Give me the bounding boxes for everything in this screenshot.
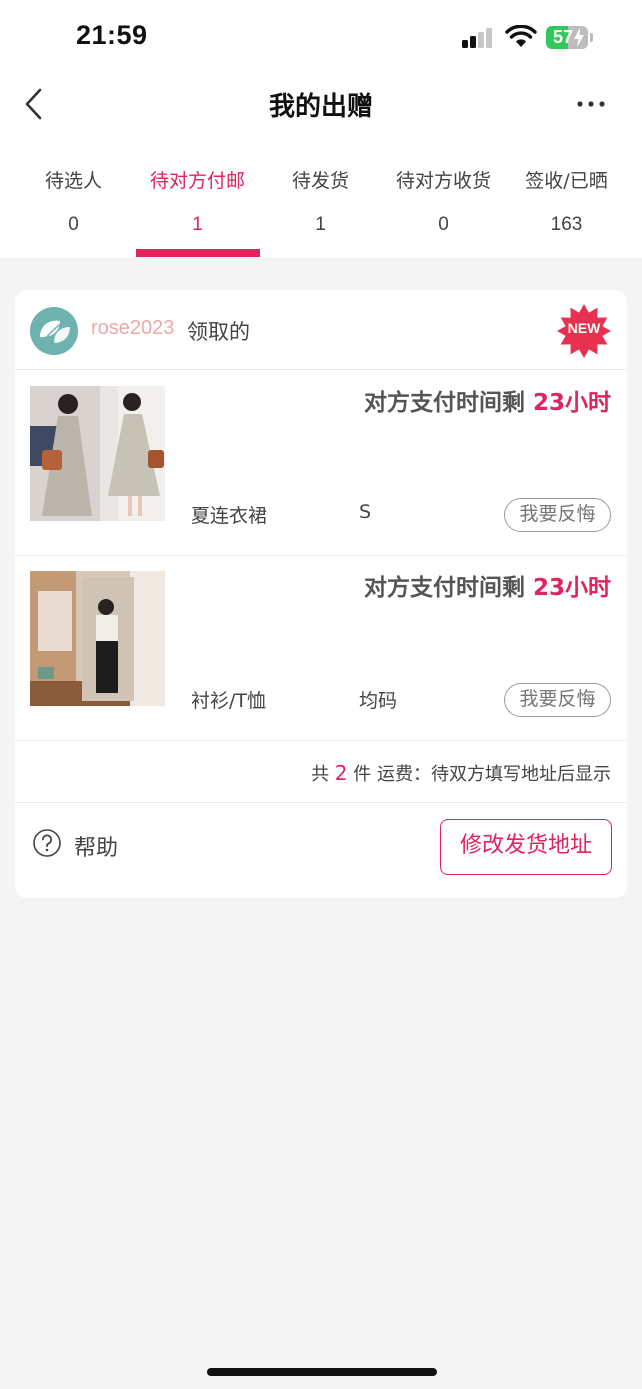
summary-suffix: 件 运费：待双方填写地址后显示 — [353, 764, 611, 785]
bolt-icon — [574, 28, 584, 47]
tab-pending-postage[interactable]: 待对方付邮 1 — [136, 166, 259, 236]
more-dots-icon[interactable] — [575, 92, 607, 116]
tab-pending-receipt[interactable]: 待对方收货 0 — [382, 166, 505, 236]
battery-cap — [590, 33, 593, 42]
order-card: rose2023 领取的 NEW 对方支付时间剩 23小时 夏连衣裙 S 我要反… — [15, 290, 627, 898]
payment-countdown: 对方支付时间剩 23小时 — [364, 568, 611, 602]
avatar[interactable] — [30, 307, 78, 355]
regret-button[interactable]: 我要反悔 — [504, 498, 611, 532]
claimed-label: 领取的 — [187, 320, 250, 344]
tab-count: 0 — [438, 214, 449, 235]
tab-pending-select[interactable]: 待选人 0 — [12, 166, 135, 236]
page-title: 我的出赠 — [268, 92, 373, 122]
payment-countdown: 对方支付时间剩 23小时 — [364, 383, 611, 417]
countdown-time: 23小时 — [532, 575, 611, 601]
new-badge-label: NEW — [567, 320, 601, 336]
tab-count: 1 — [192, 214, 203, 235]
tab-count: 163 — [550, 214, 583, 235]
username[interactable]: rose2023 — [91, 317, 174, 340]
item-name: 衬衫/T恤 — [191, 690, 267, 712]
tab-label: 待对方收货 — [395, 170, 491, 192]
item-size: S — [359, 501, 372, 523]
help-label[interactable]: 帮助 — [74, 830, 118, 862]
item-name: 夏连衣裙 — [191, 505, 268, 527]
summary-text: 共 2 件 运费：待双方填写地址后显示 — [311, 760, 611, 786]
tab-received[interactable]: 签收/已晒 163 — [505, 166, 628, 236]
regret-button[interactable]: 我要反悔 — [504, 683, 611, 717]
battery-charging-icon: 57 — [546, 26, 588, 49]
item-photo-shirt[interactable] — [30, 571, 165, 706]
countdown-time: 23小时 — [532, 390, 611, 416]
active-tab-indicator — [136, 249, 260, 257]
summary-prefix: 共 — [311, 764, 330, 785]
status-time: 21:59 — [76, 20, 148, 50]
header-area: 21:59 57 我的出赠 待选人 0 待对方付邮 1 待发货 1 待对方收货 … — [0, 0, 642, 258]
order-item[interactable]: 对方支付时间剩 23小时 衬衫/T恤 均码 我要反悔 — [15, 556, 627, 741]
tab-count: 0 — [68, 214, 79, 235]
tab-label: 待发货 — [291, 170, 349, 192]
change-address-button[interactable]: 修改发货地址 — [440, 819, 612, 875]
order-summary: 共 2 件 运费：待双方填写地址后显示 — [15, 740, 627, 803]
card-header: rose2023 领取的 NEW — [15, 290, 627, 370]
countdown-prefix: 对方支付时间剩 — [363, 575, 525, 601]
item-count: 2 — [334, 761, 348, 785]
countdown-prefix: 对方支付时间剩 — [363, 390, 525, 416]
tab-label: 签收/已晒 — [525, 170, 608, 192]
tab-label: 待选人 — [44, 170, 102, 192]
tab-count: 1 — [315, 214, 326, 235]
tab-pending-shipment[interactable]: 待发货 1 — [259, 166, 382, 236]
help-circle-icon[interactable] — [32, 828, 62, 858]
item-photo-dress[interactable] — [30, 386, 165, 521]
cellular-signal-icon — [462, 28, 496, 50]
home-indicator[interactable] — [207, 1368, 437, 1376]
tab-label: 待对方付邮 — [149, 170, 245, 192]
item-size: 均码 — [359, 690, 398, 712]
leaf-logo-icon — [30, 307, 78, 355]
wifi-icon — [505, 25, 537, 47]
order-item[interactable]: 对方支付时间剩 23小时 夏连衣裙 S 我要反悔 — [15, 371, 627, 556]
